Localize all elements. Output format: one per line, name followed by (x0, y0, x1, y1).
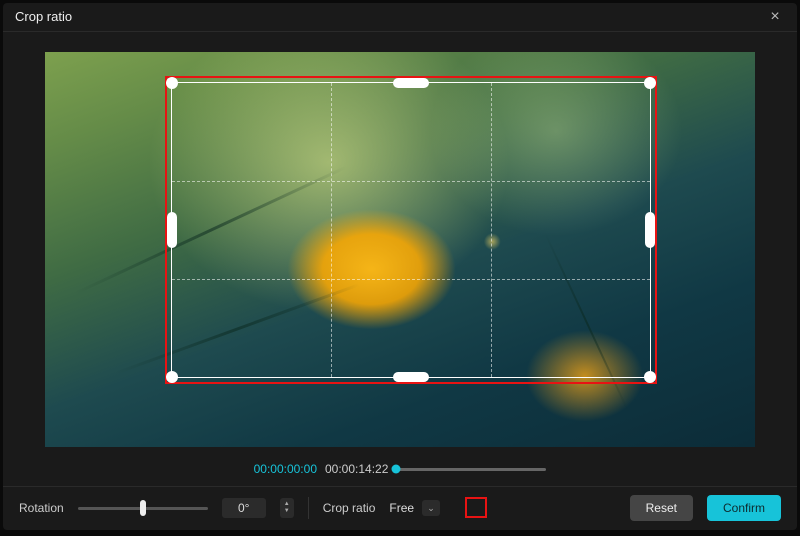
crop-ratio-dropdown[interactable]: Free ⌄ (389, 500, 440, 516)
confirm-button[interactable]: Confirm (707, 495, 781, 521)
crop-box[interactable] (171, 82, 651, 378)
rotation-stepper[interactable]: ▲ ▼ (280, 498, 294, 518)
chevron-down-icon[interactable]: ⌄ (422, 500, 440, 516)
grid-line (172, 279, 650, 280)
grid-line (172, 181, 650, 182)
video-frame (45, 52, 755, 447)
crop-handle-bottom-left[interactable] (166, 371, 178, 383)
crop-handle-right[interactable] (645, 212, 655, 248)
time-current: 00:00:00:00 (254, 462, 317, 476)
crop-handle-left[interactable] (167, 212, 177, 248)
preview-area (3, 32, 797, 457)
time-slider-thumb[interactable] (392, 465, 401, 474)
tutorial-highlight-dropdown (465, 497, 487, 518)
window-title: Crop ratio (15, 9, 765, 24)
crop-handle-bottom[interactable] (393, 372, 429, 382)
close-icon[interactable]: × (765, 7, 785, 27)
time-total: 00:00:14:22 (325, 462, 388, 476)
rotation-slider-thumb[interactable] (140, 500, 146, 516)
time-bar: 00:00:00:00 00:00:14:22 (3, 457, 797, 486)
crop-ratio-label: Crop ratio (323, 501, 376, 515)
crop-handle-top-left[interactable] (166, 77, 178, 89)
chevron-up-icon[interactable]: ▲ (284, 501, 290, 508)
crop-handle-top-right[interactable] (644, 77, 656, 89)
crop-ratio-value: Free (389, 501, 414, 515)
rotation-label: Rotation (19, 501, 64, 515)
grid-line (491, 83, 492, 377)
separator (308, 497, 309, 519)
titlebar: Crop ratio × (3, 3, 797, 32)
bottom-bar: Rotation ▲ ▼ Crop ratio Free ⌄ Reset Con… (3, 486, 797, 530)
crop-dialog: Crop ratio × (3, 3, 797, 530)
crop-handle-top[interactable] (393, 78, 429, 88)
crop-handle-bottom-right[interactable] (644, 371, 656, 383)
rotation-input[interactable] (222, 498, 266, 518)
chevron-down-icon[interactable]: ▼ (284, 508, 290, 515)
grid-line (331, 83, 332, 377)
rotation-slider[interactable] (78, 507, 208, 510)
time-slider[interactable] (396, 468, 546, 471)
reset-button[interactable]: Reset (630, 495, 693, 521)
